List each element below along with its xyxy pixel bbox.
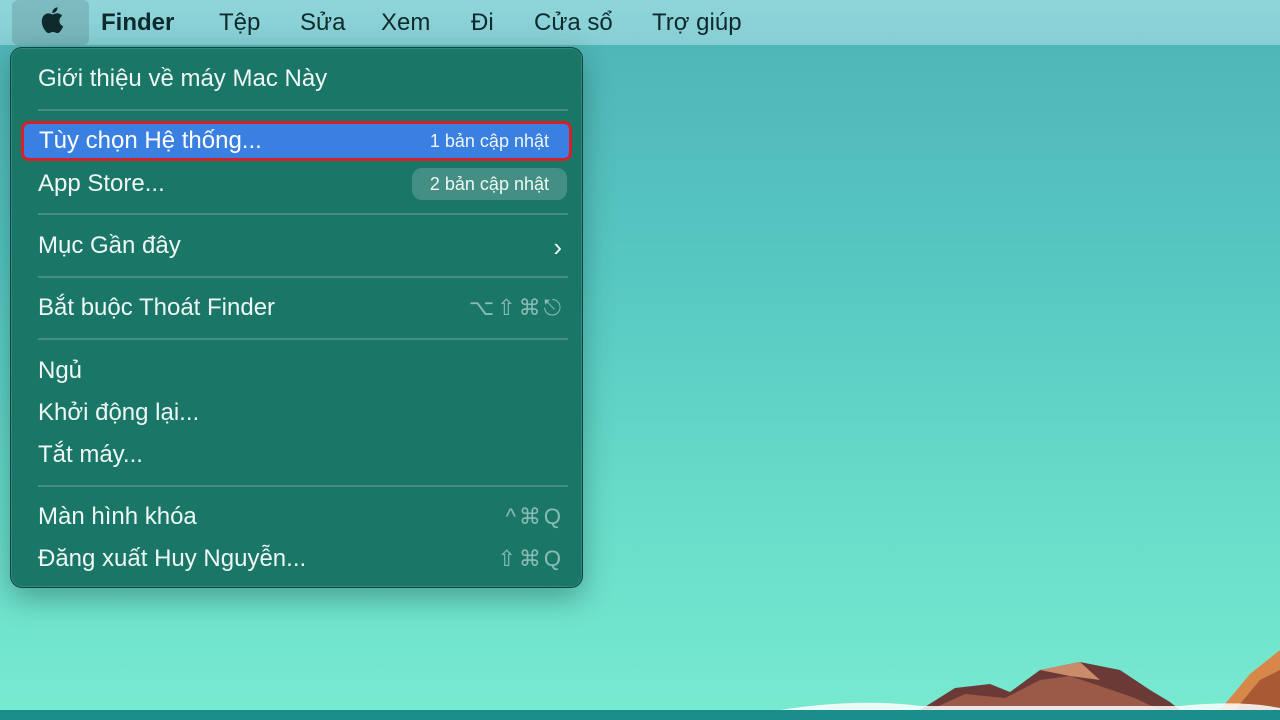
menu-item-sleep[interactable]: Ngủ [21,351,572,391]
apple-menu-button[interactable] [12,0,89,45]
menu-item-log-out[interactable]: Đăng xuất Huy Nguyễn... ⇧⌘Q [21,539,572,579]
menu-item-label: Mục Gần đây [38,232,181,259]
menu-separator [38,485,568,487]
keyboard-shortcut: ^⌘Q [505,504,564,529]
menu-item-recent-items[interactable]: Mục Gần đây › [21,226,572,266]
menu-item-about-this-mac[interactable]: Giới thiệu về máy Mac Này [21,59,572,99]
menu-item-label: App Store... [38,170,165,197]
menu-separator [38,338,568,340]
menu-item-label: Đăng xuất Huy Nguyễn... [38,545,307,572]
menu-item-force-quit[interactable]: Bắt buộc Thoát Finder ⌥⇧⌘⎋ [21,288,572,328]
menu-separator [38,109,568,111]
menu-item-label: Tùy chọn Hệ thống... [39,127,262,154]
menu-item-label: Giới thiệu về máy Mac Này [38,65,328,92]
menubar-view[interactable]: Xem [381,0,430,45]
menu-item-label: Màn hình khóa [38,503,197,530]
chevron-right-icon: › [553,232,562,262]
menu-item-app-store[interactable]: App Store... 2 bản cập nhật [21,164,572,204]
menubar-finder[interactable]: Finder [101,0,174,45]
keyboard-shortcut: ⇧⌘Q [497,546,564,571]
menu-item-label: Khởi động lại... [38,399,200,426]
apple-logo-icon [38,5,64,40]
menu-separator [38,276,568,278]
menubar-help[interactable]: Trợ giúp [652,0,742,45]
menu-item-system-preferences[interactable]: Tùy chọn Hệ thống... 1 bản cập nhật [21,121,572,161]
menu-bar: Finder Tệp Sửa Xem Đi Cửa sổ Trợ giúp [0,0,1280,45]
apple-menu-dropdown: Giới thiệu về máy Mac Này Tùy chọn Hệ th… [10,47,583,588]
menubar-go[interactable]: Đi [471,0,494,45]
menu-item-shutdown[interactable]: Tắt máy... [21,435,572,475]
menu-item-lock-screen[interactable]: Màn hình khóa ^⌘Q [21,497,572,537]
menu-item-label: Bắt buộc Thoát Finder [38,294,276,321]
menu-item-restart[interactable]: Khởi động lại... [21,393,572,433]
desktop-ground [0,710,1280,720]
update-badge: 2 bản cập nhật [411,168,567,200]
menubar-file[interactable]: Tệp [219,0,260,45]
menubar-window[interactable]: Cửa sổ [534,0,613,45]
menubar-edit[interactable]: Sửa [300,0,345,45]
menu-item-label: Tắt máy... [38,441,143,468]
update-badge: 1 bản cập nhật [429,131,549,151]
menu-separator [38,213,568,215]
keyboard-shortcut: ⌥⇧⌘⎋ [468,295,564,320]
desktop-wallpaper-rocks [780,650,1280,712]
menu-item-label: Ngủ [38,357,83,384]
